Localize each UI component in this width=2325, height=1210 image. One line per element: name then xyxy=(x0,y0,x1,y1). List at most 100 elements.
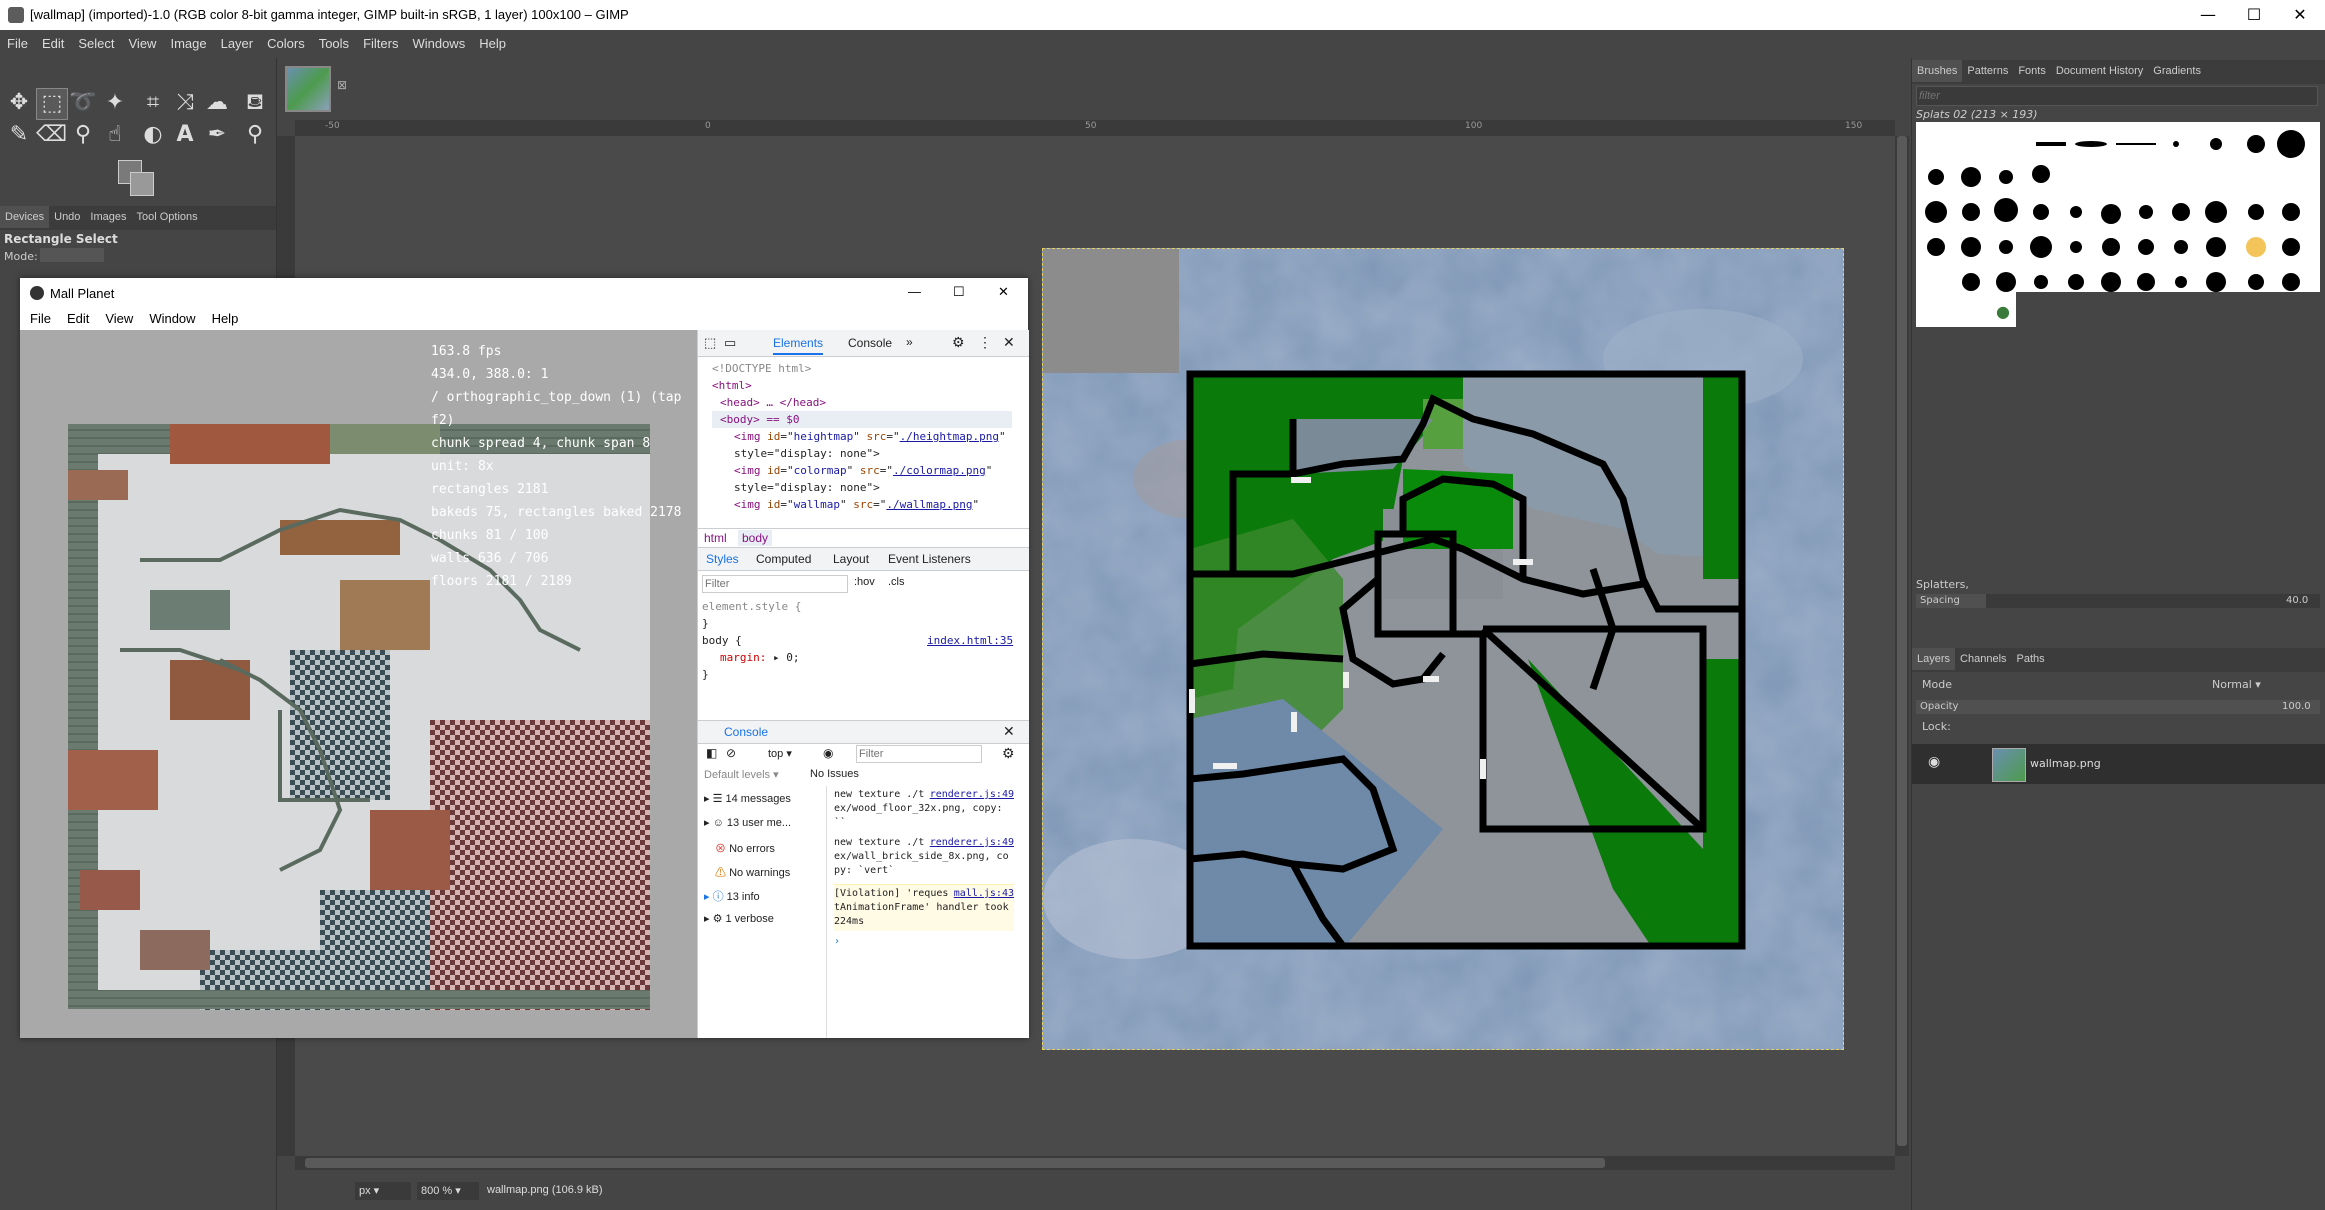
mall-menu-edit[interactable]: Edit xyxy=(57,308,95,326)
default-levels-select[interactable]: Default levels ▾ xyxy=(704,768,779,781)
mall-minimize-button[interactable]: — xyxy=(908,284,921,299)
close-button[interactable]: ✕ xyxy=(2277,0,2323,30)
tab-event-listeners[interactable]: Event Listeners xyxy=(888,552,971,566)
tab-document-history[interactable]: Document History xyxy=(2051,60,2148,82)
transform-icon[interactable]: ⤨ xyxy=(170,88,200,118)
img-src-link[interactable]: ./heightmap.png xyxy=(900,430,999,443)
horizontal-scrollbar[interactable] xyxy=(295,1156,1895,1170)
game-viewport[interactable]: 163.8 fps 434.0, 388.0: 1 / orthographic… xyxy=(20,330,697,1038)
image-tab-close-icon[interactable]: ⊠ xyxy=(337,78,347,92)
eye-icon[interactable]: ◉ xyxy=(1928,754,1940,770)
opacity-slider[interactable]: Opacity 100.0 xyxy=(1916,700,2320,714)
tab-elements[interactable]: Elements xyxy=(773,336,824,355)
maximize-button[interactable]: ☐ xyxy=(2231,0,2277,30)
mall-menu-help[interactable]: Help xyxy=(202,308,245,326)
styles-filter-input[interactable] xyxy=(702,575,848,593)
text-icon[interactable]: A xyxy=(170,120,200,150)
more-tabs-icon[interactable]: » xyxy=(906,335,913,349)
tab-tool-options[interactable]: Tool Options xyxy=(132,206,203,228)
img-wallmap-line[interactable]: <img id="wallmap" src="./wallmap.png" xyxy=(712,496,1012,513)
layer-mode-select[interactable]: Normal ▾ xyxy=(2212,678,2261,691)
log-source-link[interactable]: mall.js:43 xyxy=(954,887,1014,901)
tab-paths[interactable]: Paths xyxy=(2012,648,2050,670)
html-line[interactable]: <html> xyxy=(712,377,1012,394)
console-filter-input[interactable] xyxy=(856,745,982,763)
tab-gradients[interactable]: Gradients xyxy=(2148,60,2206,82)
sidebar-item-user[interactable]: ▸ ☺ 13 user me... xyxy=(704,816,822,829)
body-line[interactable]: <body> == $0 xyxy=(712,411,1012,428)
dom-tree[interactable]: <!DOCTYPE html> <html> <head> … </head> … xyxy=(712,360,1012,513)
sidebar-item-messages[interactable]: ▸ ☰ 14 messages xyxy=(704,792,822,805)
brush-grid-last-row[interactable]: ● xyxy=(1916,292,2016,327)
img-src-link[interactable]: ./wallmap.png xyxy=(886,498,972,511)
lasso-icon[interactable]: ➰ xyxy=(68,88,98,118)
menu-tools[interactable]: Tools xyxy=(312,30,356,57)
menu-file[interactable]: File xyxy=(0,30,35,57)
mall-maximize-button[interactable]: ☐ xyxy=(953,284,965,300)
minimize-button[interactable]: — xyxy=(2185,0,2231,30)
menu-edit[interactable]: Edit xyxy=(35,30,71,57)
brush-grid-area[interactable] xyxy=(1916,122,2320,292)
unit-select[interactable]: px ▾ xyxy=(355,1182,411,1200)
mall-menu-file[interactable]: File xyxy=(20,308,57,326)
paintbrush-icon[interactable]: ✎ xyxy=(4,120,34,150)
img-src-link[interactable]: ./colormap.png xyxy=(893,464,986,477)
clone-icon[interactable]: ⚲ xyxy=(68,120,98,150)
bucket-fill-icon[interactable]: ⛾ xyxy=(240,88,270,118)
eraser-icon[interactable]: ⌫ xyxy=(36,120,67,150)
tab-channels[interactable]: Channels xyxy=(1955,648,2011,670)
inspect-icon[interactable]: ⬚ xyxy=(704,335,716,351)
tab-layers[interactable]: Layers xyxy=(1912,648,1956,670)
tab-undo[interactable]: Undo xyxy=(49,206,85,228)
img-colormap-line[interactable]: <img id="colormap" src="./colormap.png" xyxy=(712,462,1012,479)
console-prompt[interactable]: › xyxy=(834,935,1014,949)
menu-view[interactable]: View xyxy=(122,30,164,57)
clear-console-icon[interactable]: ⊘ xyxy=(726,746,736,760)
smudge-icon[interactable]: ☝ xyxy=(100,120,130,150)
context-select[interactable]: top ▾ xyxy=(768,747,792,760)
console-close-icon[interactable]: ✕ xyxy=(1003,723,1015,740)
tab-fonts[interactable]: Fonts xyxy=(2013,60,2051,82)
mall-menu-window[interactable]: Window xyxy=(139,308,201,326)
warp-icon[interactable]: ☁ xyxy=(202,88,232,118)
log-source-link[interactable]: renderer.js:49 xyxy=(930,836,1014,850)
brush-grid[interactable]: ● xyxy=(1916,122,2320,582)
console-drawer-title[interactable]: Console xyxy=(724,725,768,739)
fuzzy-select-icon[interactable]: ✦ xyxy=(100,88,130,118)
wallmap-image[interactable] xyxy=(1042,248,1844,1050)
tab-patterns[interactable]: Patterns xyxy=(1962,60,2013,82)
breadcrumb-html[interactable]: html xyxy=(704,531,727,545)
img-heightmap-line[interactable]: <img id="heightmap" src="./heightmap.png… xyxy=(712,428,1012,445)
menu-windows[interactable]: Windows xyxy=(405,30,472,57)
kebab-menu-icon[interactable]: ⋮ xyxy=(978,334,992,351)
sidebar-item-warnings[interactable]: ⚠ No warnings xyxy=(704,864,822,880)
layer-row[interactable]: ◉ wallmap.png xyxy=(1912,744,2325,784)
devtools-close-icon[interactable]: ✕ xyxy=(1003,334,1015,351)
tab-styles[interactable]: Styles xyxy=(706,552,739,566)
menu-filters[interactable]: Filters xyxy=(356,30,405,57)
sidebar-item-verbose[interactable]: ▸ ⚙ 1 verbose xyxy=(704,912,822,925)
log-source-link[interactable]: renderer.js:49 xyxy=(930,788,1014,802)
sidebar-item-errors[interactable]: ⊗ No errors xyxy=(704,840,822,856)
menu-image[interactable]: Image xyxy=(163,30,213,57)
background-color-swatch[interactable] xyxy=(130,172,154,196)
tab-brushes[interactable]: Brushes xyxy=(1912,60,1963,82)
sidebar-toggle-icon[interactable]: ◧ xyxy=(706,746,717,760)
mode-buttons[interactable] xyxy=(40,248,104,262)
brush-filter-input[interactable] xyxy=(1916,86,2318,106)
mall-menu-view[interactable]: View xyxy=(95,308,139,326)
zoom-select[interactable]: 800 % ▾ xyxy=(417,1182,479,1200)
vertical-scrollbar[interactable] xyxy=(1895,136,1909,1156)
device-toolbar-icon[interactable]: ▭ xyxy=(724,335,736,351)
zoom-icon[interactable]: ⚲ xyxy=(240,120,270,150)
sidebar-item-info[interactable]: ▸ ⓘ 13 info xyxy=(704,888,822,904)
tab-computed[interactable]: Computed xyxy=(756,552,811,566)
menu-colors[interactable]: Colors xyxy=(260,30,312,57)
hov-button[interactable]: :hov xyxy=(854,576,875,588)
mall-close-button[interactable]: ✕ xyxy=(998,284,1009,300)
dodge-icon[interactable]: ◐ xyxy=(138,120,168,150)
color-picker-icon[interactable]: ✒ xyxy=(202,120,232,150)
settings-gear-icon[interactable]: ⚙ xyxy=(952,334,965,351)
eye-icon[interactable]: ◉ xyxy=(823,746,833,760)
tab-console[interactable]: Console xyxy=(848,336,892,350)
